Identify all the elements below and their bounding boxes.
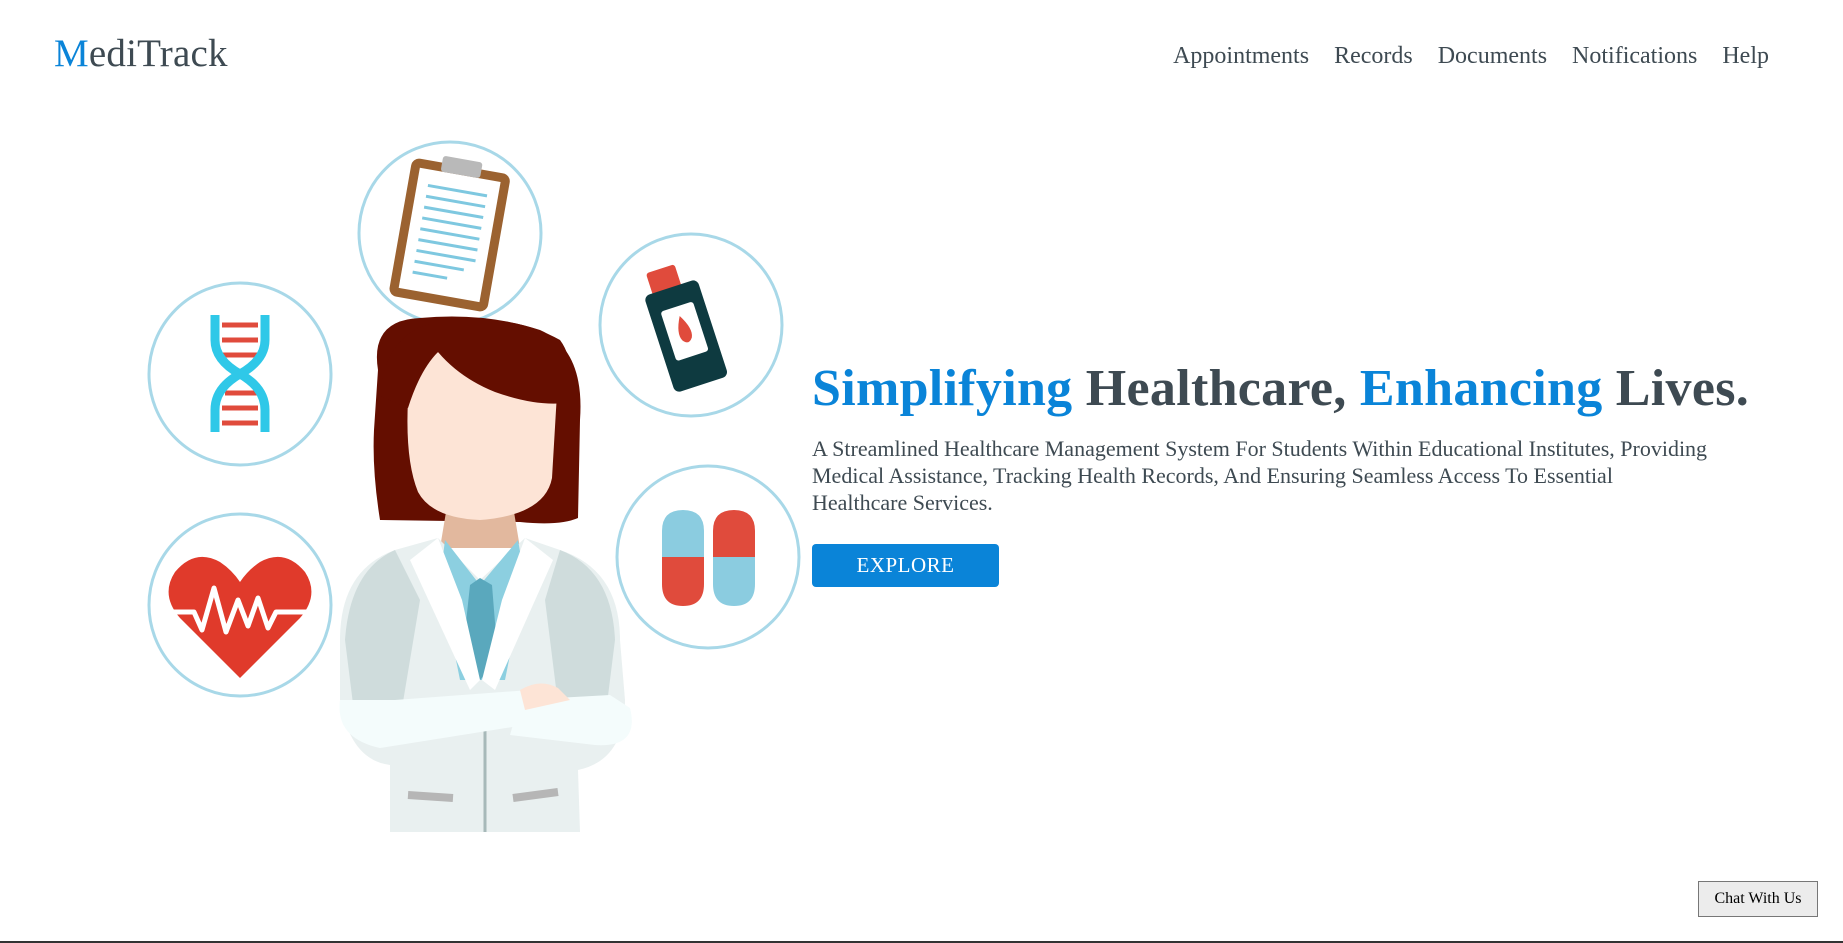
headline-word-lives: Lives.	[1602, 360, 1750, 417]
nav-help-link[interactable]: Help	[1722, 43, 1769, 70]
headline-word-healthcare: Healthcare,	[1072, 360, 1360, 417]
nav-records-link[interactable]: Records	[1334, 43, 1413, 70]
main-nav: Appointments Records Documents Notificat…	[1173, 43, 1769, 70]
nav-appointments-link[interactable]: Appointments	[1173, 43, 1309, 70]
hero-section: Simplifying Healthcare, Enhancing Lives.…	[812, 360, 1812, 588]
nav-documents-link[interactable]: Documents	[1438, 43, 1547, 70]
headline-word-simplifying: Simplifying	[812, 360, 1073, 417]
page: MediTrack Appointments Records Documents…	[0, 0, 1843, 943]
pills-icon	[615, 464, 801, 650]
headline-word-enhancing: Enhancing	[1359, 360, 1603, 417]
heartbeat-icon	[147, 512, 333, 698]
doctor-figure	[339, 316, 632, 832]
hero-headline: Simplifying Healthcare, Enhancing Lives.	[812, 360, 1812, 417]
hero-illustration	[147, 140, 801, 832]
nav-notifications-link[interactable]: Notifications	[1572, 43, 1697, 70]
hero-subtext: A Streamlined Healthcare Management Syst…	[812, 436, 1708, 516]
dna-icon	[147, 281, 333, 467]
blood-sample-icon	[598, 232, 784, 418]
clipboard-icon	[357, 140, 543, 326]
chat-with-us-button[interactable]: Chat With Us	[1698, 881, 1818, 917]
explore-button[interactable]: EXPLORE	[812, 544, 999, 588]
